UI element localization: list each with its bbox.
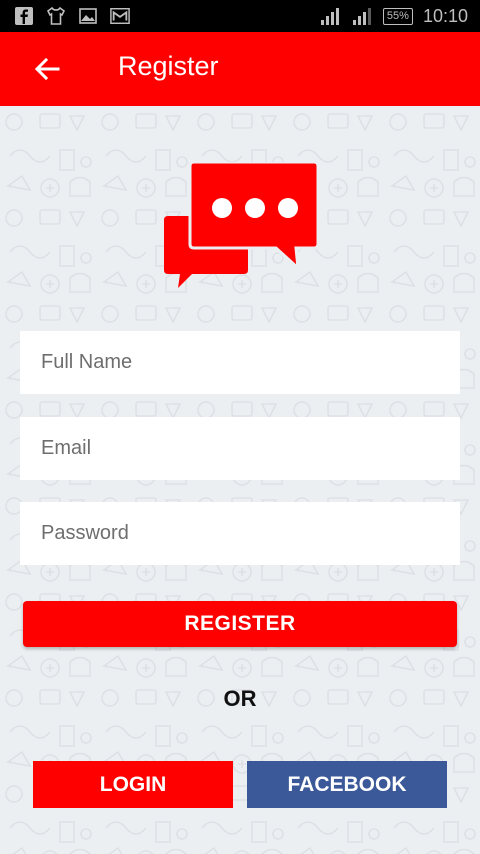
facebook-button[interactable]: FACEBOOK <box>247 761 447 808</box>
login-button[interactable]: LOGIN <box>33 761 233 808</box>
notification-icons <box>14 6 130 26</box>
or-separator: OR <box>223 686 257 711</box>
password-field[interactable] <box>20 502 460 565</box>
signal-3g-icon <box>320 7 339 25</box>
system-icons: 55% 10:10 <box>319 6 468 27</box>
register-button[interactable]: REGISTER <box>23 601 457 647</box>
full-name-field[interactable] <box>20 331 460 394</box>
gmail-icon <box>110 8 130 24</box>
email-field[interactable] <box>20 417 460 480</box>
image-icon <box>79 8 97 24</box>
back-button[interactable] <box>30 52 64 86</box>
status-time: 10:10 <box>422 6 468 26</box>
shirt-icon <box>46 6 66 25</box>
page-title: Register <box>118 51 219 81</box>
battery-icon: 55% <box>382 8 413 25</box>
status-bar: 55% 10:10 <box>0 0 480 32</box>
signal-icon <box>352 7 371 25</box>
arrow-left-icon <box>34 57 60 81</box>
chat-bubbles-icon <box>164 162 320 288</box>
app-bar: Register <box>0 32 480 106</box>
facebook-icon <box>15 7 33 25</box>
